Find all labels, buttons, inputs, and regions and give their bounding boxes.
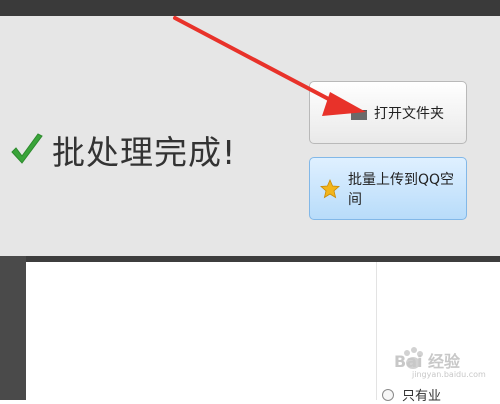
check-icon [10,132,44,168]
status-area: 批处理完成! [10,120,236,180]
star-icon [320,178,340,199]
status-message: 批处理完成! [52,133,237,172]
left-strip [0,256,26,400]
watermark: Bai 经验 jingyan.baidu.com [376,340,494,384]
top-bar [0,0,500,16]
folder-icon [350,105,368,121]
batch-upload-button[interactable]: 批量上传到QQ空间 [309,157,467,220]
watermark-text: Bai 经验 [394,352,461,371]
radio-label: 只有业 [402,389,442,404]
open-folder-button[interactable]: 打开文件夹 [309,81,467,144]
watermark-url: jingyan.baidu.com [412,370,486,379]
batch-upload-label: 批量上传到QQ空间 [348,171,455,208]
open-folder-label: 打开文件夹 [374,105,444,122]
radio-button[interactable] [382,388,394,401]
radio-option[interactable]: 只有业 [382,385,441,404]
